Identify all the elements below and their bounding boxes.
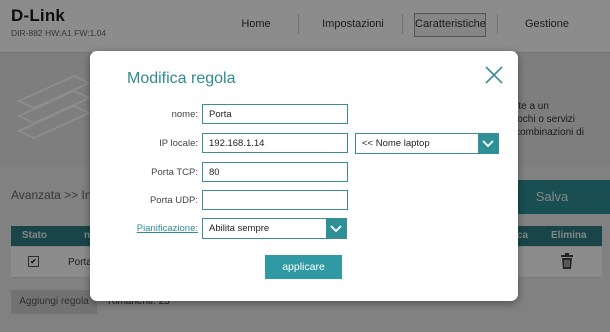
close-icon[interactable] — [483, 64, 505, 86]
tcp-port-input[interactable]: 80 — [202, 162, 348, 182]
device-select[interactable]: << Nome laptop — [355, 133, 499, 154]
device-select-value: << Nome laptop — [362, 138, 430, 149]
udp-port-input[interactable] — [202, 190, 348, 210]
chevron-down-icon — [478, 134, 498, 153]
ip-label: IP locale: — [159, 138, 198, 149]
udp-label: Porta UDP: — [149, 195, 198, 206]
name-input[interactable]: Porta — [202, 104, 348, 124]
schedule-select-value: Abilita sempre — [209, 223, 270, 234]
chevron-down-icon — [326, 219, 346, 238]
edit-rule-dialog: Modifica regola nome: Porta IP locale: 1… — [90, 51, 518, 301]
name-label: nome: — [171, 109, 198, 120]
apply-button[interactable]: applicare — [265, 255, 342, 279]
ip-input[interactable]: 192.168.1.14 — [202, 133, 348, 153]
dialog-title: Modifica regola — [127, 70, 236, 87]
tcp-label: Porta TCP: — [151, 167, 198, 178]
schedule-link[interactable]: Pianificazione: — [98, 223, 198, 234]
schedule-select[interactable]: Abilita sempre — [202, 218, 347, 239]
